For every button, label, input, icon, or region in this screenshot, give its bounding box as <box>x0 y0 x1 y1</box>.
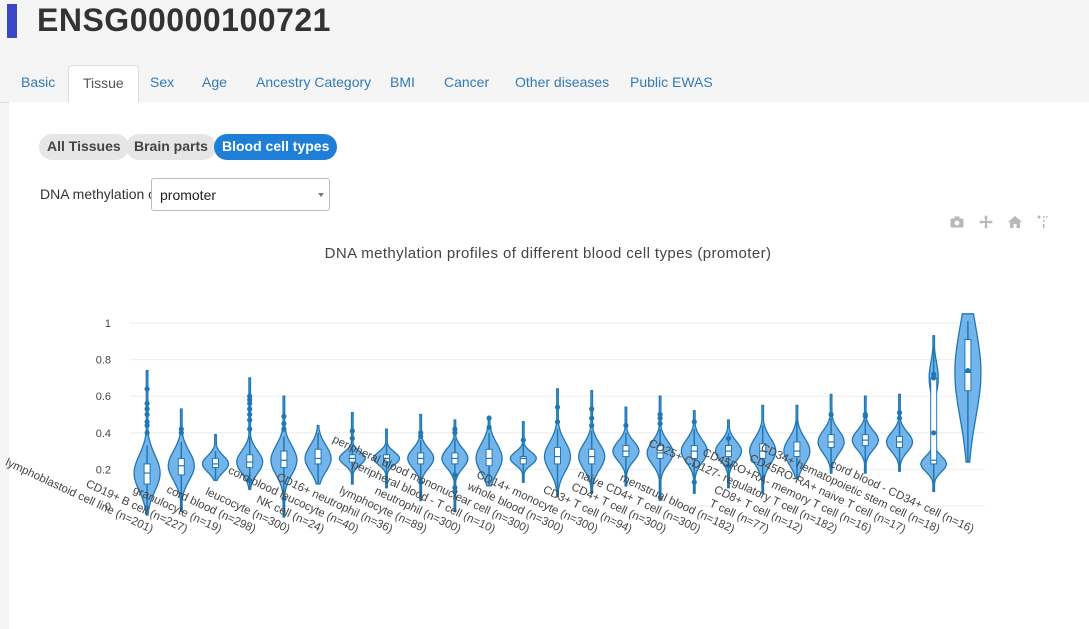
outlier-point <box>931 430 937 436</box>
outlier-point <box>144 411 150 418</box>
y-tick-label: 0.8 <box>96 355 111 367</box>
iqr-box <box>212 457 219 469</box>
outlier-point <box>691 419 697 425</box>
outlier-point <box>657 421 663 427</box>
violin <box>509 421 537 483</box>
y-tick-label: 0.4 <box>96 428 111 440</box>
outlier-point <box>178 426 184 432</box>
outlier-point <box>828 411 834 418</box>
outlier-point <box>144 406 150 412</box>
y-tick-label: 0.6 <box>96 391 111 403</box>
y-tick-label: 0.2 <box>96 464 111 476</box>
outlier-point <box>144 419 150 425</box>
x-tick-label: lymphoblastoid cell line (n=201) <box>4 457 156 536</box>
outlier-point <box>486 415 492 421</box>
outlier-point <box>965 367 971 374</box>
violin-chart: 00.20.40.60.81 lymphoblastoid cell line … <box>4 245 985 536</box>
outlier-point <box>862 411 868 418</box>
outlier-point <box>589 415 595 421</box>
iqr-box <box>280 450 288 469</box>
iqr-box <box>143 463 151 485</box>
outlier-point <box>486 424 492 430</box>
y-tick-label: 1 <box>105 318 111 330</box>
iqr-box <box>519 456 527 465</box>
iqr-box <box>177 457 185 476</box>
outlier-point <box>896 410 903 416</box>
iqr-box <box>485 448 493 467</box>
outlier-point <box>554 404 561 410</box>
iqr-box <box>930 377 938 465</box>
violin <box>543 388 572 498</box>
outlier-point <box>281 426 287 432</box>
outlier-point <box>725 435 732 441</box>
violin <box>851 395 879 474</box>
outlier-point <box>691 479 697 485</box>
iqr-box <box>554 446 561 465</box>
outlier-point <box>452 426 458 432</box>
outlier-point <box>247 393 253 399</box>
outlier-point <box>144 430 150 436</box>
outlier-point <box>657 411 663 418</box>
chart-title: DNA methylation profiles of different bl… <box>325 245 772 262</box>
outlier-point <box>623 422 629 429</box>
outlier-point <box>554 419 561 425</box>
outlier-point <box>247 411 253 418</box>
iqr-box <box>793 441 801 458</box>
violin <box>885 393 914 472</box>
outlier-point <box>281 421 287 427</box>
outlier-point <box>247 417 253 423</box>
iqr-box <box>964 338 972 392</box>
outlier-point <box>349 428 355 434</box>
outlier-point <box>281 413 287 419</box>
outlier-point <box>896 415 903 421</box>
iqr-box <box>246 454 254 469</box>
iqr-box <box>827 434 835 448</box>
outlier-point <box>144 386 150 392</box>
outlier-point <box>418 430 424 436</box>
outlier-point <box>452 472 458 478</box>
violin <box>954 313 982 463</box>
outlier-point <box>931 371 937 377</box>
outlier-point <box>144 400 150 407</box>
outlier-point <box>589 422 595 429</box>
iqr-box <box>314 448 322 465</box>
outlier-point <box>520 437 526 443</box>
outlier-point <box>247 406 253 412</box>
violin <box>201 433 230 482</box>
outlier-point <box>589 406 595 412</box>
outlier-point <box>247 426 253 432</box>
violin <box>304 424 332 485</box>
